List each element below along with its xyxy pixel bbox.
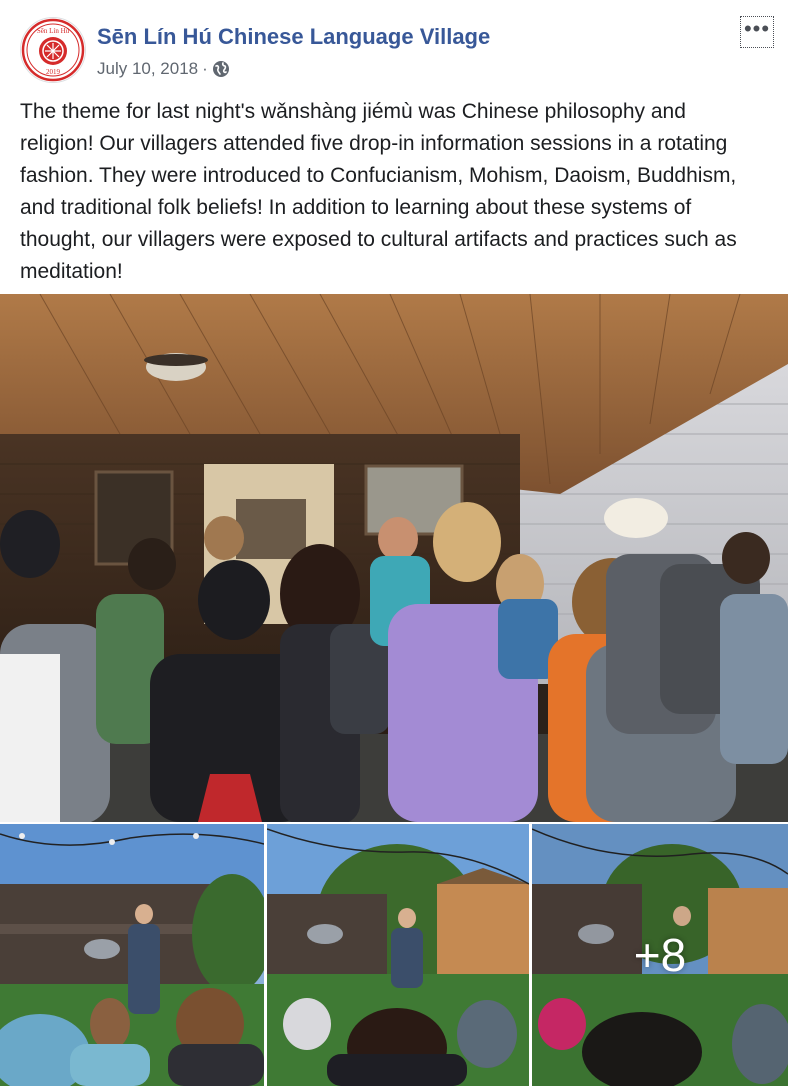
photo-thumbnail[interactable]	[0, 824, 264, 1086]
facebook-post: Sēn Lín Hú 2019 Sēn Lín Hú Chinese Langu…	[0, 0, 788, 1086]
logo-top-text: Sēn Lín Hú	[37, 27, 70, 35]
main-photo[interactable]	[0, 294, 788, 822]
photo-thumbnail-more[interactable]: +8	[532, 824, 788, 1086]
logo-year: 2019	[46, 68, 61, 76]
post-date[interactable]: July 10, 2018	[97, 59, 198, 79]
more-photos-count[interactable]: +8	[532, 824, 788, 1086]
page-logo: Sēn Lín Hú 2019	[21, 18, 85, 82]
post-meta: July 10, 2018 ·	[97, 58, 230, 80]
globe-icon[interactable]	[212, 60, 230, 78]
more-options-icon: •••	[743, 16, 771, 41]
meta-separator: ·	[202, 59, 208, 78]
page-name-link[interactable]: Sēn Lín Hú Chinese Language Village	[97, 24, 490, 50]
post-text: The theme for last night's wǎnshàng jiém…	[20, 100, 737, 283]
photo-thumbnail[interactable]	[267, 824, 529, 1086]
photo-thumbnails: +8	[0, 824, 788, 1086]
more-options-button[interactable]: •••	[740, 16, 774, 48]
page-avatar[interactable]: Sēn Lín Hú 2019	[20, 17, 86, 83]
post-header: Sēn Lín Hú 2019 Sēn Lín Hú Chinese Langu…	[0, 0, 788, 90]
